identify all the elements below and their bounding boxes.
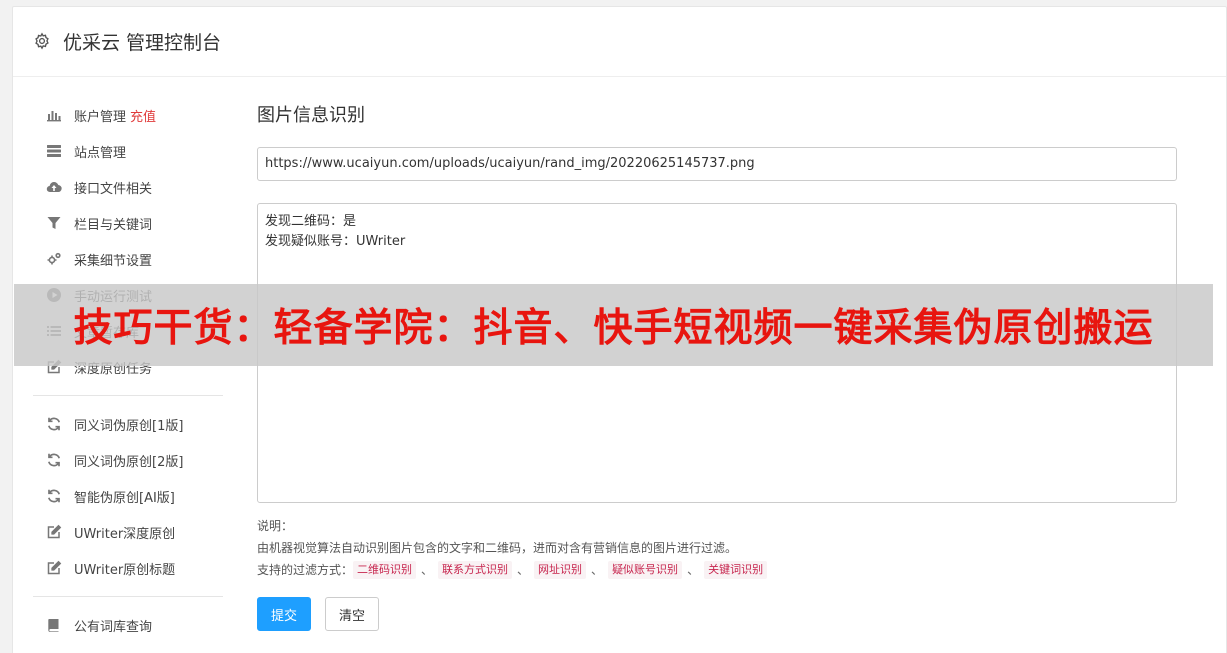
- result-line: 发现疑似账号：UWriter: [265, 234, 406, 249]
- sidebar-divider: [33, 596, 223, 597]
- filter-tag: 联系方式识别: [438, 561, 513, 579]
- sidebar-item-label: 站点管理: [74, 145, 127, 161]
- sidebar-item[interactable]: 同义词伪原创[2版]: [33, 442, 223, 478]
- sidebar-item[interactable]: UWriter原创标题: [33, 550, 223, 586]
- filter-tag: 二维码识别: [353, 561, 417, 579]
- recharge-link[interactable]: 充值: [130, 106, 156, 125]
- refresh-icon: [45, 416, 62, 432]
- sidebar-item[interactable]: 栏目与关键词: [33, 205, 223, 241]
- book-icon: [45, 617, 62, 633]
- action-buttons: 提交 清空: [257, 597, 1177, 631]
- sidebar-item-label: 同义词伪原创[2版]: [74, 454, 184, 470]
- sidebar-item-label: 账户管理: [74, 109, 127, 125]
- sidebar-item[interactable]: UWriter深度原创: [33, 514, 223, 550]
- sidebar-item-label: 采集细节设置: [74, 253, 153, 269]
- sidebar-item[interactable]: 智能伪原创[AI版]: [33, 478, 223, 514]
- main-content: 图片信息识别 https://www.ucaiyun.com/uploads/u…: [257, 101, 1177, 631]
- server-icon: [45, 143, 62, 159]
- filter-icon: [45, 215, 62, 231]
- sidebar-item-label: 栏目与关键词: [74, 217, 153, 233]
- result-line: 发现二维码：是: [265, 214, 357, 229]
- clear-button[interactable]: 清空: [325, 597, 379, 631]
- filter-methods: 支持的过滤方式： 二维码识别 、 联系方式识别 、 网址识别 、 疑似账号识别 …: [257, 559, 1177, 581]
- filter-separator: 、: [687, 563, 700, 577]
- filter-separator: 、: [591, 563, 604, 577]
- bar-chart-icon: [45, 107, 62, 123]
- sidebar-item[interactable]: 站点管理: [33, 133, 223, 169]
- gear-icon: [33, 32, 53, 52]
- section-heading: 图片信息识别: [257, 105, 365, 126]
- sidebar-item-label: 同义词伪原创[1版]: [74, 418, 184, 434]
- note-title: 说明：: [257, 519, 294, 533]
- filter-tag: 网址识别: [534, 561, 587, 579]
- sidebar-divider: [33, 395, 223, 396]
- description-block: 说明： 由机器视觉算法自动识别图片包含的文字和二维码，进而对含有营销信息的图片进…: [257, 515, 1177, 581]
- sidebar: 账户管理充值站点管理接口文件相关栏目与关键词采集细节设置手动运行测试文章暂存库深…: [33, 97, 223, 643]
- filter-separator: 、: [517, 563, 530, 577]
- edit-icon: [45, 560, 62, 576]
- filter-separator: 、: [421, 563, 434, 577]
- watermark-banner: 技巧干货：轻备学院：抖音、快手短视频一键采集伪原创搬运: [14, 284, 1213, 366]
- sidebar-item-label: 接口文件相关: [74, 181, 153, 197]
- sidebar-item-label: 公有词库查询: [74, 619, 153, 635]
- page-title: 优采云 管理控制台: [63, 32, 222, 54]
- sidebar-item-label: UWriter深度原创: [74, 526, 176, 542]
- filters-label: 支持的过滤方式：: [257, 563, 354, 577]
- cloud-upload-icon: [45, 179, 62, 195]
- sidebar-item[interactable]: 采集细节设置: [33, 241, 223, 277]
- image-url-input[interactable]: https://www.ucaiyun.com/uploads/ucaiyun/…: [257, 147, 1177, 181]
- filter-tag: 关键词识别: [704, 561, 768, 579]
- sidebar-item[interactable]: 账户管理 充值: [33, 97, 223, 133]
- filter-tag: 疑似账号识别: [608, 561, 683, 579]
- sidebar-item-label: 智能伪原创[AI版]: [74, 490, 175, 506]
- sidebar-item[interactable]: 接口文件相关: [33, 169, 223, 205]
- sidebar-item-label: UWriter原创标题: [74, 562, 176, 578]
- refresh-icon: [45, 452, 62, 468]
- refresh-icon: [45, 488, 62, 504]
- cogs-icon: [45, 251, 62, 267]
- sidebar-item[interactable]: 同义词伪原创[1版]: [33, 406, 223, 442]
- console-header: 优采云 管理控制台: [13, 7, 1226, 77]
- sidebar-item[interactable]: 公有词库查询: [33, 607, 223, 643]
- submit-button[interactable]: 提交: [257, 597, 311, 631]
- edit-icon: [45, 524, 62, 540]
- note-description: 由机器视觉算法自动识别图片包含的文字和二维码，进而对含有营销信息的图片进行过滤。: [257, 541, 738, 555]
